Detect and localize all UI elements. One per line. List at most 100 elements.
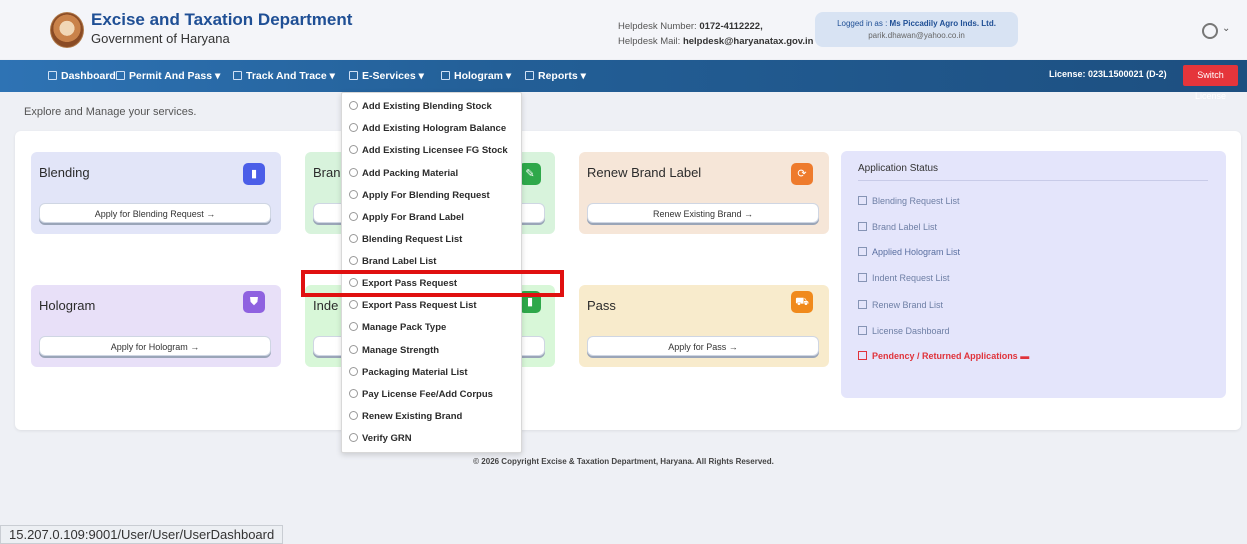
department-logo bbox=[50, 12, 84, 48]
logged-in-user: Ms Piccadily Agro Inds. Ltd. bbox=[889, 19, 996, 28]
menu-label: Add Existing Licensee FG Stock bbox=[362, 145, 508, 156]
document-icon: ▮ bbox=[243, 163, 265, 185]
logged-in-box: Logged in as : Ms Piccadily Agro Inds. L… bbox=[815, 12, 1018, 47]
edit-icon: ✎ bbox=[519, 163, 541, 185]
link-label: Pendency / Returned Applications bbox=[872, 351, 1018, 361]
link-blending-request-list[interactable]: Blending Request List bbox=[858, 196, 960, 206]
menu-item-pay-license-fee[interactable]: Pay License Fee/Add Corpus bbox=[349, 389, 493, 400]
menu-label: Apply For Brand Label bbox=[362, 212, 464, 223]
circle-icon bbox=[349, 145, 358, 154]
nav-track-and-trace[interactable]: Track And Trace ▾ bbox=[233, 70, 335, 82]
e-services-icon bbox=[349, 71, 358, 80]
circle-icon bbox=[349, 322, 358, 331]
menu-label: Renew Existing Brand bbox=[362, 411, 463, 422]
pass-title: Pass bbox=[587, 298, 616, 313]
nav-hologram-label: Hologram bbox=[454, 70, 504, 82]
indent-title: Inde bbox=[313, 298, 339, 313]
link-applied-hologram-list[interactable]: Applied Hologram List bbox=[858, 247, 960, 257]
link-label: Brand Label List bbox=[872, 222, 938, 232]
circle-icon bbox=[349, 123, 358, 132]
menu-item-verify-grn[interactable]: Verify GRN bbox=[349, 433, 412, 444]
menu-item-blending-request-list[interactable]: Blending Request List bbox=[349, 234, 462, 245]
nav-reports[interactable]: Reports ▾ bbox=[525, 70, 586, 82]
menu-label: Add Existing Blending Stock bbox=[362, 101, 492, 112]
helpdesk-number-label: Helpdesk Number: bbox=[618, 21, 700, 32]
menu-item-renew-existing-brand[interactable]: Renew Existing Brand bbox=[349, 411, 462, 422]
menu-label: Manage Pack Type bbox=[362, 322, 447, 333]
circle-icon bbox=[349, 101, 358, 110]
link-label: Renew Brand List bbox=[872, 300, 944, 310]
circle-icon bbox=[349, 345, 358, 354]
menu-label: Add Existing Hologram Balance bbox=[362, 123, 507, 134]
helpdesk-mail: helpdesk@haryanatax.gov.in bbox=[682, 36, 814, 47]
status-bar-url: 15.207.0.109:9001/User/User/UserDashboar… bbox=[0, 525, 284, 544]
application-status-panel: Application Status Blending Request List… bbox=[841, 151, 1226, 398]
external-link-icon bbox=[858, 326, 867, 335]
link-renew-brand-list[interactable]: Renew Brand List bbox=[858, 300, 943, 310]
menu-item-brand-label-list[interactable]: Brand Label List bbox=[349, 256, 436, 267]
helpdesk-info: Helpdesk Number: 0172-4112222, Helpdesk … bbox=[618, 19, 813, 49]
hologram-title: Hologram bbox=[39, 298, 96, 313]
permit-icon bbox=[116, 71, 125, 80]
link-license-dashboard[interactable]: License Dashboard bbox=[858, 326, 950, 336]
menu-item-apply-for-brand-label[interactable]: Apply For Brand Label bbox=[349, 212, 464, 223]
circle-icon bbox=[349, 300, 358, 309]
menu-label: Export Pass Request List bbox=[362, 300, 477, 311]
license-label: License: 023L1500021 (D-2) bbox=[1049, 69, 1167, 79]
menu-item-manage-strength[interactable]: Manage Strength bbox=[349, 345, 439, 356]
nav-permit-and-pass[interactable]: Permit And Pass ▾ bbox=[116, 70, 220, 82]
nav-e-services-label: E-Services bbox=[362, 70, 416, 82]
nav-track-label: Track And Trace bbox=[246, 70, 327, 82]
menu-item-export-pass-request-list[interactable]: Export Pass Request List bbox=[349, 300, 477, 311]
menu-label: Packaging Material List bbox=[362, 367, 468, 378]
link-indent-request-list[interactable]: Indent Request List bbox=[858, 273, 950, 283]
apply-for-pass-button[interactable]: Apply for Pass → bbox=[587, 336, 819, 356]
menu-item-apply-for-blending-request[interactable]: Apply For Blending Request bbox=[349, 190, 490, 201]
nav-permit-label: Permit And Pass bbox=[129, 70, 213, 82]
shield-icon: ⛊ bbox=[243, 291, 265, 313]
circle-icon bbox=[349, 367, 358, 376]
menu-label: Manage Strength bbox=[362, 345, 440, 356]
circle-icon bbox=[349, 433, 358, 442]
org-title: Excise and Taxation Department bbox=[91, 10, 353, 29]
external-link-icon bbox=[858, 273, 867, 282]
apply-blending-request-button[interactable]: Apply for Blending Request → bbox=[39, 203, 271, 223]
org-subtitle: Government of Haryana bbox=[91, 31, 230, 46]
external-link-icon bbox=[858, 222, 867, 231]
refresh-icon: ⟳ bbox=[791, 163, 813, 185]
chevron-down-icon[interactable]: ⌄ bbox=[1222, 23, 1230, 34]
link-brand-label-list[interactable]: Brand Label List bbox=[858, 222, 937, 232]
link-pendency-returned[interactable]: Pendency / Returned Applications ▬ bbox=[858, 351, 1029, 361]
nav-hologram[interactable]: Hologram ▾ bbox=[441, 70, 511, 82]
nav-dashboard[interactable]: Dashboard bbox=[48, 70, 116, 82]
menu-label: Add Packing Material bbox=[362, 168, 459, 179]
circle-icon bbox=[349, 212, 358, 221]
external-link-icon bbox=[858, 196, 867, 205]
menu-item-add-existing-hologram-balance[interactable]: Add Existing Hologram Balance bbox=[349, 123, 506, 134]
header: Excise and Taxation Department Governmen… bbox=[0, 0, 1247, 59]
menu-item-add-existing-blending-stock[interactable]: Add Existing Blending Stock bbox=[349, 101, 492, 112]
menu-item-manage-pack-type[interactable]: Manage Pack Type bbox=[349, 322, 446, 333]
highlight-box bbox=[301, 270, 564, 297]
user-avatar-icon[interactable] bbox=[1202, 23, 1218, 39]
circle-icon bbox=[349, 168, 358, 177]
dashboard-icon bbox=[48, 71, 57, 80]
divider bbox=[858, 180, 1208, 181]
external-link-icon bbox=[858, 300, 867, 309]
circle-icon bbox=[349, 256, 358, 265]
menu-item-add-existing-licensee-fg-stock[interactable]: Add Existing Licensee FG Stock bbox=[349, 145, 508, 156]
nav-e-services[interactable]: E-Services ▾ bbox=[349, 70, 424, 82]
helpdesk-number: 0172-4112222, bbox=[699, 21, 763, 32]
renew-existing-brand-button[interactable]: Renew Existing Brand → bbox=[587, 203, 819, 223]
circle-icon bbox=[349, 411, 358, 420]
renew-brand-title: Renew Brand Label bbox=[587, 165, 702, 180]
footer-copyright: © 2026 Copyright Excise & Taxation Depar… bbox=[473, 457, 774, 466]
apply-for-hologram-button[interactable]: Apply for Hologram → bbox=[39, 336, 271, 356]
switch-license-button[interactable]: Switch License bbox=[1183, 65, 1238, 101]
menu-item-add-packing-material[interactable]: Add Packing Material bbox=[349, 168, 458, 179]
hologram-nav-icon bbox=[441, 71, 450, 80]
nav-dashboard-label: Dashboard bbox=[61, 70, 116, 82]
logged-in-email: parik.dhawan@yahoo.co.in bbox=[868, 31, 965, 40]
menu-item-packaging-material-list[interactable]: Packaging Material List bbox=[349, 367, 468, 378]
circle-icon bbox=[349, 234, 358, 243]
